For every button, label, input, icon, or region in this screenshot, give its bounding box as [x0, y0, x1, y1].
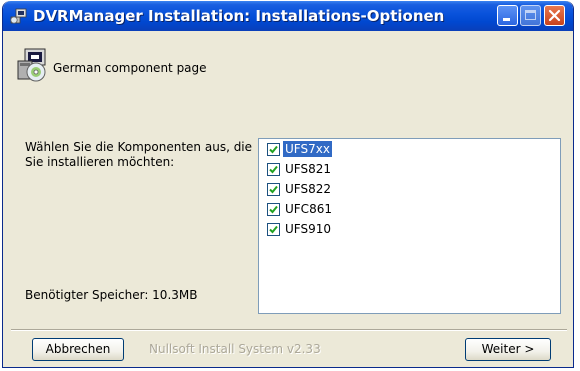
branding-text: Nullsoft Install System v2.33 — [149, 342, 321, 356]
maximize-button[interactable] — [520, 5, 541, 26]
title-bar[interactable]: DVRManager Installation: Installations-O… — [3, 1, 573, 31]
list-item[interactable]: UFS910 — [267, 220, 333, 238]
checkmark-icon — [269, 185, 278, 193]
list-item-label: UFC861 — [285, 202, 332, 216]
checkmark-icon — [269, 225, 278, 233]
minimize-icon — [503, 18, 510, 21]
installer-disc-icon — [15, 47, 51, 83]
installer-window: DVRManager Installation: Installations-O… — [2, 1, 574, 368]
checkbox[interactable] — [267, 142, 280, 156]
header-area: German component page — [3, 31, 573, 103]
close-button[interactable] — [544, 5, 565, 26]
close-icon — [548, 9, 561, 22]
list-item-label: UFS822 — [285, 182, 331, 196]
components-description: Wählen Sie die Komponenten aus, die Sie … — [25, 140, 253, 169]
components-list[interactable]: UFS7xx UFS821 UFS822 UFC861 UFS910 — [258, 138, 561, 314]
list-item[interactable]: UFC861 — [267, 200, 334, 218]
list-item-label: UFS7xx — [283, 141, 332, 157]
minimize-button[interactable] — [497, 5, 518, 26]
checkbox[interactable] — [267, 202, 280, 216]
checkmark-icon — [269, 165, 278, 173]
window-title: DVRManager Installation: Installations-O… — [33, 7, 445, 25]
next-button[interactable]: Weiter > — [465, 338, 551, 361]
checkbox[interactable] — [267, 162, 280, 176]
list-item[interactable]: UFS821 — [267, 160, 333, 178]
checkmark-icon — [269, 145, 278, 153]
checkbox[interactable] — [267, 222, 280, 236]
footer-divider — [11, 329, 567, 331]
header-title: German component page — [53, 61, 207, 75]
list-item-label: UFS910 — [285, 222, 331, 236]
list-item[interactable]: UFS822 — [267, 180, 333, 198]
list-item-label: UFS821 — [285, 162, 331, 176]
maximize-icon — [525, 10, 536, 20]
checkbox[interactable] — [267, 182, 280, 196]
cancel-button[interactable]: Abbrechen — [32, 338, 124, 361]
space-required: Benötigter Speicher: 10.3MB — [25, 288, 198, 302]
checkmark-icon — [269, 205, 278, 213]
list-item[interactable]: UFS7xx — [267, 140, 332, 158]
installer-icon — [10, 8, 27, 24]
